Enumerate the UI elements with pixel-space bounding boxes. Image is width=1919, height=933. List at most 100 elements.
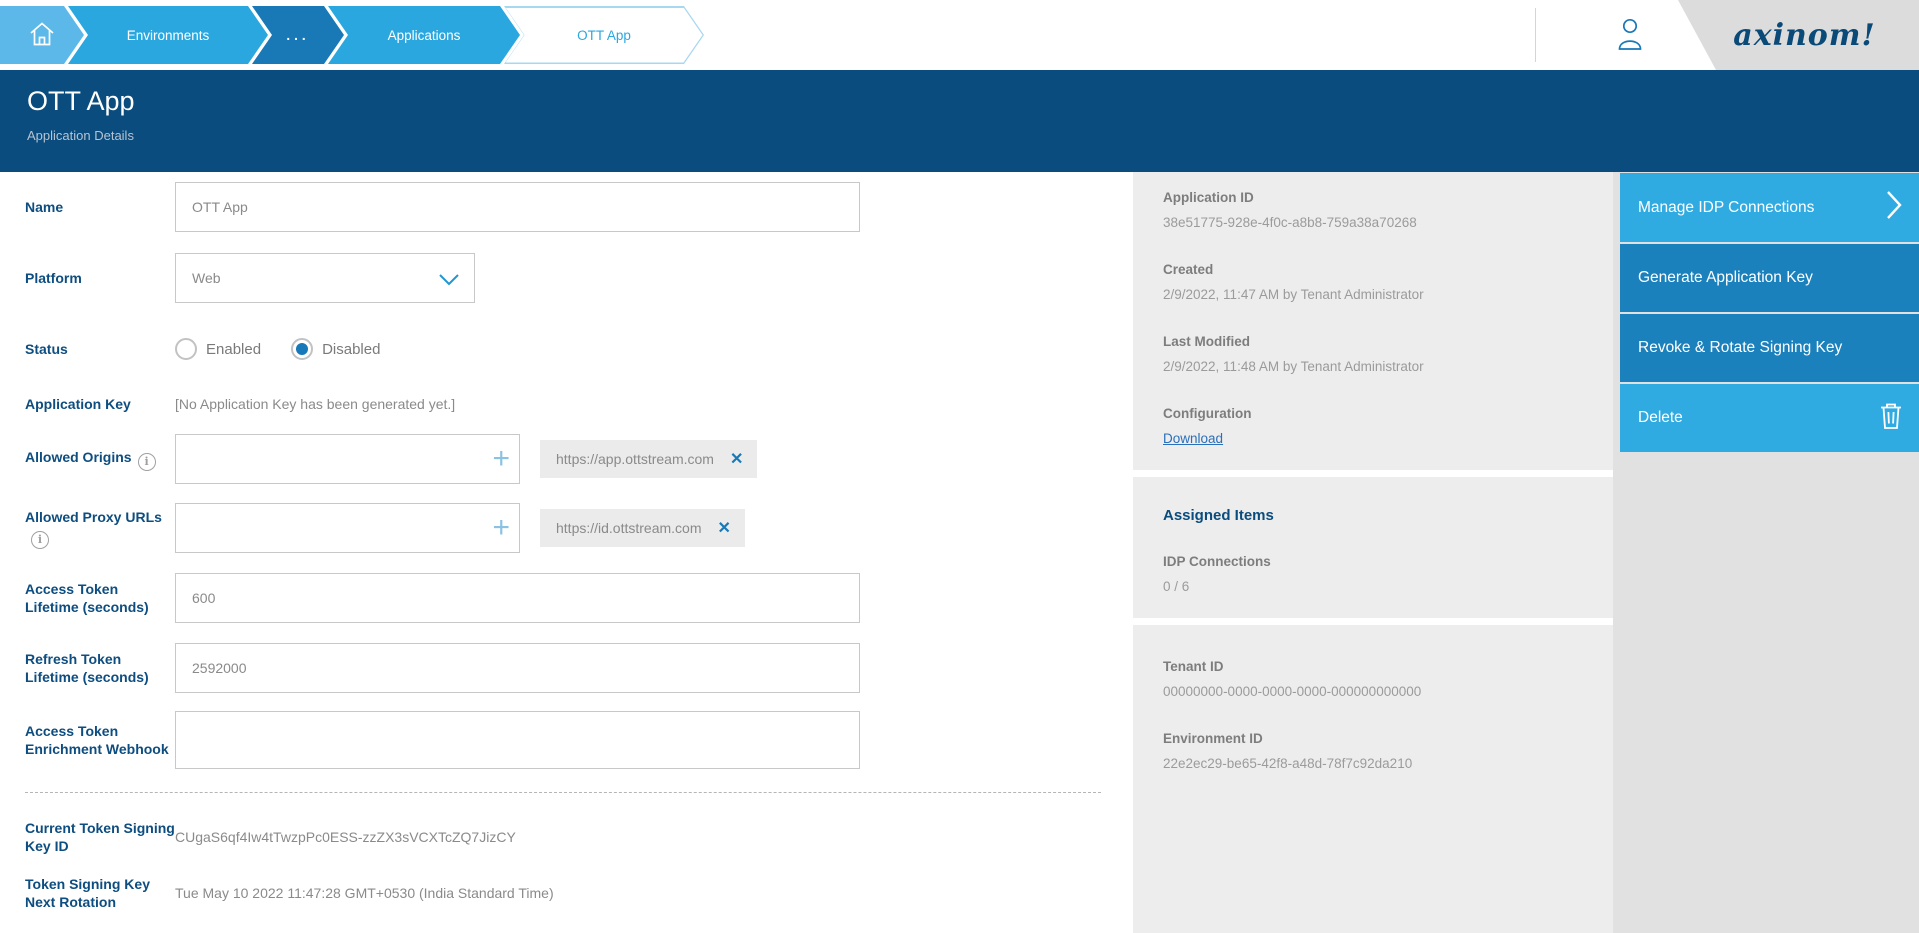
configuration-group: Configuration Download [1163,406,1613,446]
tenant-id-group: Tenant ID 00000000-0000-0000-0000-000000… [1163,659,1613,699]
refresh-token-lifetime-label: Refresh Token Lifetime (seconds) [25,650,175,686]
next-rotation-label: Token Signing Key Next Rotation [25,875,175,911]
platform-row: Platform Web [25,252,475,304]
created-label: Created [1163,262,1613,277]
action-button-label: Delete [1638,409,1683,427]
current-signing-key-value: CUgaS6qf4Iw4tTwzpPc0ESS-zzZX3sVCXTcZQ7Ji… [175,829,516,845]
tenant-id-value: 00000000-0000-0000-0000-000000000000 [1163,684,1613,699]
brand-logo-text: axinom! [1693,18,1875,53]
enrichment-webhook-input[interactable] [175,711,860,769]
last-modified-group: Last Modified 2/9/2022, 11:48 AM by Tena… [1163,334,1613,374]
action-button-label: Generate Application Key [1638,269,1813,287]
name-row: Name [25,181,860,233]
allowed-origins-input[interactable] [175,434,520,484]
current-signing-key-row: Current Token Signing Key ID CUgaS6qf4Iw… [25,815,516,859]
manage-idp-connections-button[interactable]: Manage IDP Connections [1620,173,1919,242]
breadcrumb-applications[interactable]: Applications [328,6,520,64]
action-button-label: Revoke & Rotate Signing Key [1638,339,1842,357]
created-value: 2/9/2022, 11:47 AM by Tenant Administrat… [1163,287,1613,302]
proxy-url-chip: https://id.ottstream.com [540,509,745,547]
access-token-lifetime-input[interactable] [175,573,860,623]
info-icon[interactable] [31,531,49,549]
page-title: OTT App [27,86,135,117]
breadcrumb-label: Environments [127,28,210,43]
chevron-right-icon [1885,189,1903,226]
add-proxy-url-icon[interactable] [492,511,510,545]
breadcrumb-environments[interactable]: Environments [68,6,268,64]
refresh-token-lifetime-input[interactable] [175,643,860,693]
application-key-value: [No Application Key has been generated y… [175,396,455,412]
environment-id-value: 22e2ec29-be65-42f8-a48d-78f7c92da210 [1163,756,1613,771]
generate-application-key-button[interactable]: Generate Application Key [1620,244,1919,312]
name-input[interactable] [175,182,860,232]
application-key-label: Application Key [25,395,175,413]
home-icon [26,18,58,53]
status-option-label: Disabled [322,341,380,358]
breadcrumb-label: Applications [388,28,461,43]
breadcrumb-label: ... [286,28,309,43]
brand-logo: axinom! [1650,0,1919,70]
application-details-screen: Environments ... Applications OTT App ax… [0,0,1919,933]
origin-chip: https://app.ottstream.com [540,440,757,478]
allowed-origins-input-wrap [175,434,520,484]
allowed-origins-row: Allowed Origins https://app.ottstream.co… [25,431,757,487]
application-key-row: Application Key [No Application Key has … [25,378,455,430]
add-origin-icon[interactable] [492,442,510,476]
application-id-label: Application ID [1163,190,1613,205]
assigned-items-title: Assigned Items [1163,507,1613,524]
radio-unselected-icon [175,338,197,360]
page-header: OTT App Application Details [0,70,1919,172]
form-divider [25,792,1101,793]
enrichment-webhook-row: Access Token Enrichment Webhook [25,711,860,769]
name-label: Name [25,198,175,216]
info-section-metadata: Application ID 38e51775-928e-4f0c-a8b8-7… [1133,172,1613,470]
status-row: Status Enabled Disabled [25,323,380,375]
next-rotation-row: Token Signing Key Next Rotation Tue May … [25,871,554,915]
access-token-lifetime-label: Access Token Lifetime (seconds) [25,580,175,616]
created-group: Created 2/9/2022, 11:47 AM by Tenant Adm… [1163,262,1613,302]
tenant-id-label: Tenant ID [1163,659,1613,674]
access-token-lifetime-row: Access Token Lifetime (seconds) [25,571,860,625]
refresh-token-lifetime-row: Refresh Token Lifetime (seconds) [25,641,860,695]
info-icon[interactable] [138,453,156,471]
allowed-proxy-urls-row: Allowed Proxy URLs https://id.ottstream.… [25,500,745,556]
current-signing-key-label: Current Token Signing Key ID [25,819,175,855]
close-icon[interactable] [718,518,731,538]
user-menu-button[interactable] [1612,17,1648,55]
status-option-label: Enabled [206,341,261,358]
allowed-origins-label: Allowed Origins [25,448,175,471]
download-link[interactable]: Download [1163,431,1613,446]
proxy-url-chip-label: https://id.ottstream.com [556,520,702,536]
application-id-value: 38e51775-928e-4f0c-a8b8-759a38a70268 [1163,215,1613,230]
breadcrumb-current-ott-app[interactable]: OTT App [504,6,704,64]
last-modified-label: Last Modified [1163,334,1613,349]
allowed-proxy-urls-input[interactable] [175,503,520,553]
topbar-divider [1535,8,1536,62]
revoke-rotate-signing-key-button[interactable]: Revoke & Rotate Signing Key [1620,314,1919,382]
info-section-assigned-items: Assigned Items IDP Connections 0 / 6 [1133,477,1613,618]
chevron-down-icon [438,273,460,286]
action-button-label: Manage IDP Connections [1638,199,1814,217]
action-column: Manage IDP Connections Generate Applicat… [1613,172,1919,933]
delete-button[interactable]: Delete [1620,384,1919,452]
idp-connections-count: 0 / 6 [1163,579,1613,594]
last-modified-value: 2/9/2022, 11:48 AM by Tenant Administrat… [1163,359,1613,374]
environment-id-label: Environment ID [1163,731,1613,746]
trash-icon [1879,402,1903,435]
platform-select[interactable]: Web [175,253,475,303]
radio-selected-icon [291,338,313,360]
configuration-label: Configuration [1163,406,1613,421]
breadcrumb-label: OTT App [577,28,631,43]
breadcrumb-home[interactable] [0,6,84,64]
page-subtitle: Application Details [27,128,134,143]
close-icon[interactable] [730,449,743,469]
idp-connections-label: IDP Connections [1163,554,1613,569]
enrichment-webhook-label: Access Token Enrichment Webhook [25,722,175,758]
user-icon [1615,16,1645,57]
status-radio-disabled[interactable]: Disabled [291,338,380,360]
environment-id-group: Environment ID 22e2ec29-be65-42f8-a48d-7… [1163,731,1613,771]
allowed-proxy-urls-label: Allowed Proxy URLs [25,508,175,549]
breadcrumb-current-inner: OTT App [506,8,703,63]
status-radio-enabled[interactable]: Enabled [175,338,261,360]
info-panel: Application ID 38e51775-928e-4f0c-a8b8-7… [1133,172,1613,933]
